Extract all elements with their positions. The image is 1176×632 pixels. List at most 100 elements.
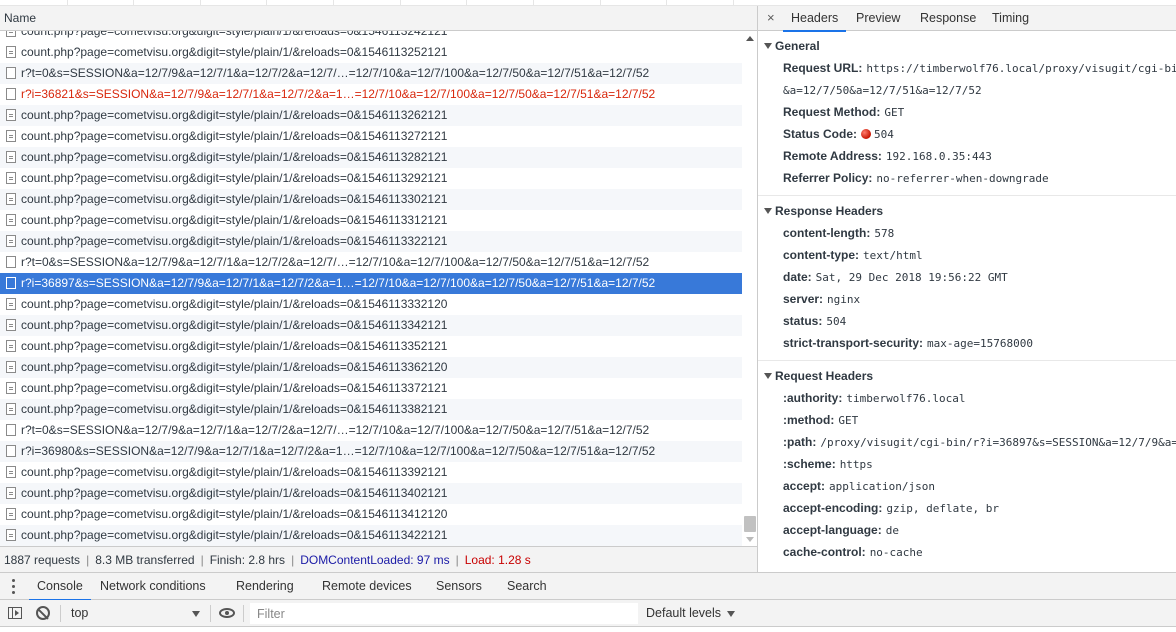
- header-key: :authority:: [783, 391, 843, 405]
- request-url-row: Request URL: https://timberwolf76.local/p…: [783, 61, 1176, 75]
- request-list-scrollbar[interactable]: [742, 31, 757, 546]
- dropdown-caret-icon: [192, 611, 200, 617]
- request-row[interactable]: count.php?page=cometvisu.org&digit=style…: [0, 147, 742, 168]
- bottom-edge: [0, 627, 1176, 632]
- request-row[interactable]: count.php?page=cometvisu.org&digit=style…: [0, 231, 742, 252]
- request-row[interactable]: count.php?page=cometvisu.org&digit=style…: [0, 315, 742, 336]
- request-row[interactable]: count.php?page=cometvisu.org&digit=style…: [0, 210, 742, 231]
- request-row[interactable]: count.php?page=cometvisu.org&digit=style…: [0, 189, 742, 210]
- document-icon: [6, 213, 16, 226]
- header-row: status: 504: [758, 310, 1176, 332]
- document-icon: [6, 402, 16, 415]
- drawer-tab-console[interactable]: Console: [29, 573, 91, 601]
- request-row[interactable]: r?i=36980&s=SESSION&a=12/7/9&a=12/7/1&a=…: [0, 441, 742, 462]
- request-row[interactable]: count.php?page=cometvisu.org&digit=style…: [0, 42, 742, 63]
- scroll-up-arrow-icon[interactable]: [746, 36, 754, 41]
- console-toolbar: top Default levels: [0, 600, 1176, 627]
- document-icon: [6, 381, 16, 394]
- live-expression-eye-icon[interactable]: [219, 608, 235, 618]
- request-row[interactable]: r?t=0&s=SESSION&a=12/7/9&a=12/7/1&a=12/7…: [0, 63, 742, 84]
- request-headers-toggle[interactable]: Request Headers: [758, 365, 1176, 387]
- header-row: date: Sat, 29 Dec 2018 19:56:22 GMT: [758, 266, 1176, 288]
- request-row[interactable]: count.php?page=cometvisu.org&digit=style…: [0, 399, 742, 420]
- scroll-down-arrow-icon[interactable]: [746, 537, 754, 542]
- drawer-tab-remote-devices[interactable]: Remote devices: [322, 573, 412, 600]
- toolbar-divider: [210, 605, 211, 622]
- request-row[interactable]: count.php?page=cometvisu.org&digit=style…: [0, 105, 742, 126]
- log-levels-dropdown[interactable]: Default levels: [646, 603, 736, 624]
- header-key: cache-control:: [783, 545, 866, 559]
- drawer-tab-search[interactable]: Search: [507, 573, 547, 600]
- document-icon: [6, 129, 16, 142]
- status-separator: |: [86, 553, 90, 567]
- request-name: count.php?page=cometvisu.org&digit=style…: [21, 318, 448, 333]
- toolbar-divider: [243, 605, 244, 622]
- request-row-selected[interactable]: r?i=36897&s=SESSION&a=12/7/9&a=12/7/1&a=…: [0, 273, 742, 294]
- request-row[interactable]: count.php?page=cometvisu.org&digit=style…: [0, 357, 742, 378]
- header-value: text/html: [863, 249, 923, 262]
- header-row: accept-encoding: gzip, deflate, br: [758, 497, 1176, 519]
- tab-headers[interactable]: Headers: [782, 6, 847, 32]
- drawer-tab-sensors[interactable]: Sensors: [436, 573, 482, 600]
- header-key: content-type:: [783, 248, 859, 262]
- header-value: 504: [826, 315, 847, 328]
- general-section-toggle[interactable]: General: [758, 35, 1176, 57]
- show-sidebar-icon[interactable]: [8, 607, 22, 619]
- collapse-triangle-icon: [764, 42, 772, 49]
- request-row[interactable]: r?t=0&s=SESSION&a=12/7/9&a=12/7/1&a=12/7…: [0, 420, 742, 441]
- clear-console-icon[interactable]: [36, 606, 50, 620]
- header-value: no-cache: [869, 546, 923, 559]
- request-row[interactable]: count.php?page=cometvisu.org&digit=style…: [0, 378, 742, 399]
- request-row[interactable]: r?i=36821&s=SESSION&a=12/7/9&a=12/7/1&a=…: [0, 84, 742, 105]
- header-row: content-length: 578: [758, 222, 1176, 244]
- tab-preview[interactable]: Preview: [856, 6, 900, 31]
- header-value: application/json: [829, 480, 935, 493]
- drawer-tab-rendering[interactable]: Rendering: [236, 573, 294, 600]
- more-menu-icon[interactable]: [12, 579, 15, 594]
- request-name: count.php?page=cometvisu.org&digit=style…: [21, 297, 448, 312]
- tab-response[interactable]: Response: [920, 6, 976, 31]
- document-icon: [6, 486, 16, 499]
- finish-time: Finish: 2.8 hrs: [209, 553, 286, 567]
- tab-timing[interactable]: Timing: [992, 6, 1029, 31]
- document-icon: [6, 45, 16, 58]
- header-key: content-length:: [783, 226, 871, 240]
- header-row: strict-transport-security: max-age=157680…: [758, 332, 1176, 354]
- status-error-dot-icon: [861, 128, 872, 139]
- request-row[interactable]: count.php?page=cometvisu.org&digit=style…: [0, 525, 742, 546]
- file-icon: [6, 423, 16, 436]
- request-row[interactable]: r?t=0&s=SESSION&a=12/7/9&a=12/7/1&a=12/7…: [0, 252, 742, 273]
- request-name: r?t=0&s=SESSION&a=12/7/9&a=12/7/1&a=12/7…: [21, 66, 650, 81]
- dropdown-caret-icon: [727, 611, 736, 617]
- drawer-tab-network-conditions[interactable]: Network conditions: [100, 573, 206, 600]
- request-row[interactable]: count.php?page=cometvisu.org&digit=style…: [0, 483, 742, 504]
- close-icon[interactable]: ×: [767, 11, 775, 25]
- remote-address-row: Remote Address: 192.168.0.35:443: [783, 149, 992, 163]
- request-row-partial[interactable]: count.php?page=cometvisu.org&digit=style…: [0, 31, 742, 42]
- header-value: nginx: [827, 293, 861, 306]
- request-row[interactable]: count.php?page=cometvisu.org&digit=style…: [0, 504, 742, 525]
- request-row[interactable]: count.php?page=cometvisu.org&digit=style…: [0, 168, 742, 189]
- request-name: count.php?page=cometvisu.org&digit=style…: [21, 465, 448, 480]
- response-headers-toggle[interactable]: Response Headers: [758, 200, 1176, 222]
- scrollbar-thumb[interactable]: [744, 516, 756, 532]
- request-name: count.php?page=cometvisu.org&digit=style…: [21, 360, 448, 375]
- name-column-header[interactable]: Name: [0, 6, 757, 31]
- request-rows: count.php?page=cometvisu.org&digit=style…: [0, 31, 742, 546]
- header-key: accept-encoding:: [783, 501, 883, 515]
- request-row[interactable]: count.php?page=cometvisu.org&digit=style…: [0, 336, 742, 357]
- request-name: count.php?page=cometvisu.org&digit=style…: [21, 129, 448, 144]
- request-row[interactable]: count.php?page=cometvisu.org&digit=style…: [0, 294, 742, 315]
- request-row[interactable]: count.php?page=cometvisu.org&digit=style…: [0, 462, 742, 483]
- header-key: :scheme:: [783, 457, 836, 471]
- file-icon: [6, 444, 16, 457]
- network-status-bar: 1887 requests | 8.3 MB transferred | Finish:…: [0, 546, 758, 572]
- console-filter-input[interactable]: [250, 603, 638, 624]
- context-selector[interactable]: top: [66, 603, 206, 624]
- request-name: count.php?page=cometvisu.org&digit=style…: [21, 213, 448, 228]
- request-row[interactable]: count.php?page=cometvisu.org&digit=style…: [0, 126, 742, 147]
- document-icon: [6, 465, 16, 478]
- request-url-continuation: &a=12/7/50&a=12/7/51&a=12/7/52: [783, 84, 982, 97]
- document-icon: [6, 108, 16, 121]
- general-section: General Request URL: https://timberwolf76…: [758, 31, 1176, 196]
